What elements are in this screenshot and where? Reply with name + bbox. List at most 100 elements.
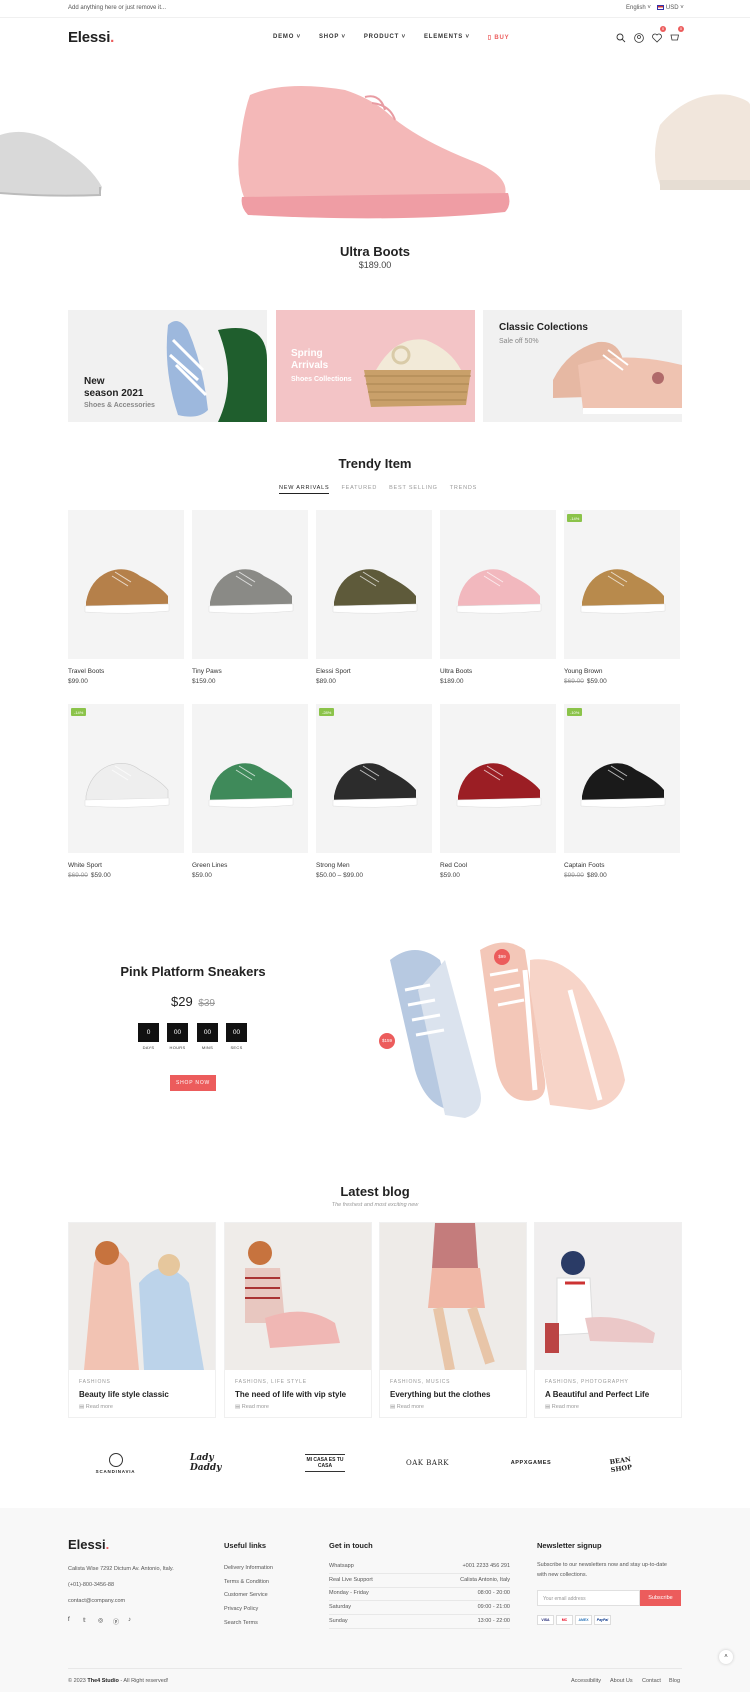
blog-post-title[interactable]: A Beautiful and Perfect Life [545,1390,681,1399]
footer-link-contact[interactable]: Contact [642,1678,661,1684]
product-name[interactable]: Ultra Boots [440,668,556,675]
product-name[interactable]: Green Lines [192,862,308,869]
blog-card[interactable]: FASHIONS, PHOTOGRAPHY A Beautiful and Pe… [534,1222,682,1418]
useful-link[interactable]: Search Terms [224,1620,258,1626]
pinterest-icon[interactable]: ⓟ [113,1617,119,1626]
product-name[interactable]: Strong Men [316,862,432,869]
brand-mi-casa[interactable]: MI CASA ES TU CASA [300,1448,350,1478]
back-to-top-button[interactable]: ˄ [719,1650,733,1664]
currency-select[interactable]: USD ˅ [656,5,684,11]
tab-featured[interactable]: FEATURED [341,485,377,494]
product-name[interactable]: White Sport [68,862,184,869]
logo[interactable]: Elessi. [68,29,114,46]
blog-card[interactable]: FASHIONS, LIFE STYLE The need of life wi… [224,1222,372,1418]
product-image-wrap[interactable]: -14% [564,510,680,659]
product-name[interactable]: Travel Boots [68,668,184,675]
product-image-wrap[interactable] [440,704,556,853]
blog-image[interactable] [535,1223,681,1370]
product-image-wrap[interactable]: -10% [564,704,680,853]
useful-link[interactable]: Privacy Policy [224,1606,258,1612]
nav-demo[interactable]: DEMO ˅ [273,34,301,41]
blog-post-title[interactable]: Everything but the clothes [390,1390,526,1399]
price-tag-2[interactable]: $159 [379,1033,395,1049]
nav-shop[interactable]: SHOP ˅ [319,34,346,41]
tab-trends[interactable]: TRENDS [450,485,477,494]
wishlist-icon[interactable]: 0 [652,26,666,43]
product-name[interactable]: Captain Foots [564,862,680,869]
product-card[interactable]: Red Cool $59.00 [440,704,556,879]
hero-title[interactable]: Ultra Boots [0,244,750,259]
facebook-icon[interactable]: f [68,1617,70,1623]
copyright-brand[interactable]: The4 Studio [87,1678,118,1684]
product-card[interactable]: Green Lines $59.00 [192,704,308,879]
product-image-wrap[interactable] [68,510,184,659]
blog-category[interactable]: FASHIONS, PHOTOGRAPHY [545,1379,681,1385]
brand-bean-shop[interactable]: BEAN SHOP [609,1448,655,1478]
subscribe-button[interactable]: Subscribe [640,1590,681,1606]
hero-slider[interactable] [0,55,750,230]
cart-icon[interactable]: 0 [670,26,684,41]
product-card[interactable]: Tiny Paws $159.00 [192,510,308,685]
newsletter-email-input[interactable]: Your email address [537,1590,640,1606]
footer-logo[interactable]: Elessi. [68,1537,109,1552]
blog-category[interactable]: FASHIONS, LIFE STYLE [235,1379,371,1385]
brand-oak-bark[interactable]: OAK BARK [400,1448,455,1478]
read-more-link[interactable]: ▤ Read more [390,1404,526,1410]
read-more-link[interactable]: ▤ Read more [545,1404,681,1410]
search-icon[interactable] [616,30,626,43]
brand-lady-daddy[interactable]: Lady Daddy [190,1448,245,1478]
tab-best-selling[interactable]: BEST SELLING [389,485,438,494]
product-name[interactable]: Young Brown [564,668,680,675]
blog-category[interactable]: FASHIONS [79,1379,215,1385]
product-image-wrap[interactable] [192,704,308,853]
nav-product[interactable]: PRODUCT ˅ [364,34,406,41]
footer-email[interactable]: contact@company.com [68,1598,125,1604]
deal-image[interactable]: $99 $159 [370,930,650,1130]
product-image-wrap[interactable] [192,510,308,659]
nav-elements[interactable]: ELEMENTS ˅ [424,34,470,41]
product-card[interactable]: -14% White Sport $69.00 $59.00 [68,704,184,879]
footer-link-about[interactable]: About Us [610,1678,633,1684]
banner-new-season[interactable]: New season 2021 Shoes & Accessories [68,310,267,422]
product-card[interactable]: Ultra Boots $189.00 [440,510,556,685]
footer-phone[interactable]: (+01)-800-3456-88 [68,1582,114,1588]
footer-link-accessibility[interactable]: Accessibility [571,1678,601,1684]
product-name[interactable]: Tiny Paws [192,668,308,675]
blog-image[interactable] [380,1223,526,1370]
blog-post-title[interactable]: Beauty life style classic [79,1390,215,1399]
product-card[interactable]: Travel Boots $99.00 [68,510,184,685]
footer-link-blog[interactable]: Blog [669,1678,680,1684]
brand-scandinavia[interactable]: SCANDINAVIA [88,1448,143,1478]
banner-classic-collections[interactable]: Classic Colections Sale off 50% [483,310,682,422]
product-image-wrap[interactable]: -28% [316,704,432,853]
tiktok-icon[interactable]: ♪ [128,1617,131,1623]
language-select[interactable]: English ˅ [626,5,651,11]
product-image-wrap[interactable] [440,510,556,659]
blog-image[interactable] [225,1223,371,1370]
product-image-wrap[interactable]: -14% [68,704,184,853]
product-image-wrap[interactable] [316,510,432,659]
blog-image[interactable] [69,1223,215,1370]
product-name[interactable]: Red Cool [440,862,556,869]
price-tag-1[interactable]: $99 [494,949,510,965]
blog-card[interactable]: FASHIONS Beauty life style classic ▤ Rea… [68,1222,216,1418]
twitter-icon[interactable]: 𝕥 [83,1617,86,1624]
product-name[interactable]: Elessi Sport [316,668,432,675]
product-card[interactable]: Elessi Sport $89.00 [316,510,432,685]
blog-card[interactable]: FASHIONS, MUSICS Everything but the clot… [379,1222,527,1418]
read-more-link[interactable]: ▤ Read more [79,1404,215,1410]
instagram-icon[interactable]: ◎ [98,1617,103,1624]
useful-link[interactable]: Terms & Condition [224,1579,269,1585]
nav-buy[interactable]: ▯ BUY [488,34,510,41]
brand-appxgames[interactable]: APPXGAMES [500,1448,562,1478]
product-card[interactable]: -14% Young Brown $69.00 $59.00 [564,510,680,685]
product-card[interactable]: -10% Captain Foots $99.00 $89.00 [564,704,680,879]
useful-link[interactable]: Customer Service [224,1592,268,1598]
tab-new-arrivals[interactable]: NEW ARRIVALS [279,485,330,494]
blog-category[interactable]: FASHIONS, MUSICS [390,1379,526,1385]
useful-link[interactable]: Delivery Information [224,1565,273,1571]
blog-post-title[interactable]: The need of life with vip style [235,1390,371,1399]
shop-now-button[interactable]: SHOP NOW [170,1075,216,1091]
read-more-link[interactable]: ▤ Read more [235,1404,371,1410]
product-card[interactable]: -28% Strong Men $50.00 – $99.00 [316,704,432,879]
